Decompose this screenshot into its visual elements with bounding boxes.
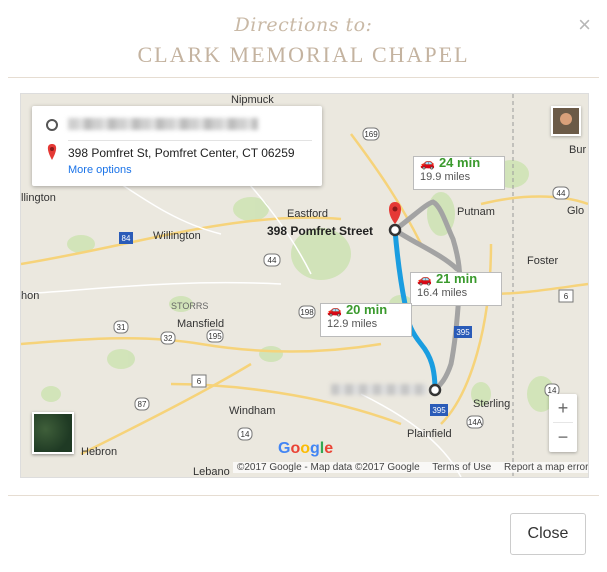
place-bur: Bur	[569, 144, 587, 156]
close-button[interactable]: Close	[510, 513, 586, 555]
modal-subtitle: Directions to:	[234, 14, 373, 36]
zoom-out-button[interactable]: −	[549, 423, 577, 451]
svg-text:395: 395	[456, 328, 470, 337]
terms-link[interactable]: Terms of Use	[432, 462, 491, 473]
user-avatar[interactable]	[551, 106, 581, 136]
car-icon: 🚗	[417, 272, 432, 286]
origin-address-redacted	[68, 118, 258, 130]
directions-modal: Directions to: CLARK MEMORIAL CHAPEL × 1…	[0, 0, 607, 572]
svg-text:395: 395	[432, 406, 446, 415]
map-pin-icon	[47, 144, 57, 160]
car-icon: 🚗	[420, 156, 435, 170]
place-ellington: llington	[21, 192, 56, 204]
place-eastford: Eastford	[287, 208, 328, 220]
svg-text:6: 6	[564, 292, 569, 301]
svg-text:195: 195	[208, 332, 222, 341]
modal-title: CLARK MEMORIAL CHAPEL	[137, 42, 470, 67]
svg-text:32: 32	[164, 334, 173, 343]
origin-dot-icon	[46, 119, 58, 131]
place-foster: Foster	[527, 255, 559, 267]
route-card-divider	[68, 140, 312, 141]
place-sterling: Sterling	[473, 398, 511, 410]
place-putnam: Putnam	[457, 206, 495, 218]
place-hon: hon	[21, 290, 40, 302]
place-willington: Willington	[153, 230, 201, 242]
svg-text:14: 14	[241, 430, 250, 439]
satellite-toggle[interactable]	[32, 412, 74, 454]
svg-text:6: 6	[197, 377, 202, 386]
zoom-in-button[interactable]: +	[549, 394, 577, 422]
car-icon: 🚗	[327, 303, 342, 317]
place-nipmuck: Nipmuck	[231, 94, 274, 106]
route-time-24[interactable]: 🚗 24 min 19.9 miles	[413, 156, 505, 190]
place-plainfield: Plainfield	[407, 428, 452, 440]
place-windham: Windham	[229, 405, 276, 417]
place-storrs: STORRS	[171, 301, 209, 311]
footer-divider	[8, 495, 599, 496]
svg-text:31: 31	[117, 323, 126, 332]
place-hebron: Hebron	[81, 446, 118, 458]
header-divider	[8, 77, 599, 78]
zoom-control: + −	[549, 394, 577, 452]
map-attribution: ©2017 Google - Map data ©2017 Google Ter…	[233, 462, 588, 473]
svg-text:84: 84	[122, 234, 131, 243]
route-time-21[interactable]: 🚗 21 min 16.4 miles	[410, 272, 502, 306]
origin-label-redacted	[331, 384, 427, 395]
close-icon[interactable]: ×	[578, 14, 591, 36]
report-error-link[interactable]: Report a map error	[504, 462, 588, 473]
svg-text:44: 44	[268, 256, 277, 265]
svg-text:87: 87	[138, 400, 147, 409]
svg-text:14A: 14A	[468, 418, 483, 427]
svg-text:198: 198	[300, 308, 314, 317]
svg-text:44: 44	[557, 189, 566, 198]
route-card: 398 Pomfret St, Pomfret Center, CT 06259…	[32, 106, 322, 186]
more-options-link[interactable]: More options	[68, 164, 132, 176]
svg-text:169: 169	[364, 130, 378, 139]
place-mansfield: Mansfield	[177, 318, 225, 330]
google-logo: Google	[278, 440, 334, 457]
map-view[interactable]: 169 84 44 44 198 195 32 31 6 6 87 395 39…	[20, 93, 589, 478]
destination-address: 398 Pomfret St, Pomfret Center, CT 06259	[68, 146, 295, 160]
place-lebanon: Lebano	[193, 466, 230, 478]
route-time-20[interactable]: 🚗 20 min 12.9 miles	[320, 303, 412, 337]
place-glo: Glo	[567, 205, 585, 217]
destination-label: 398 Pomfret Street	[267, 224, 374, 238]
map-copyright: ©2017 Google - Map data ©2017 Google	[237, 462, 420, 473]
